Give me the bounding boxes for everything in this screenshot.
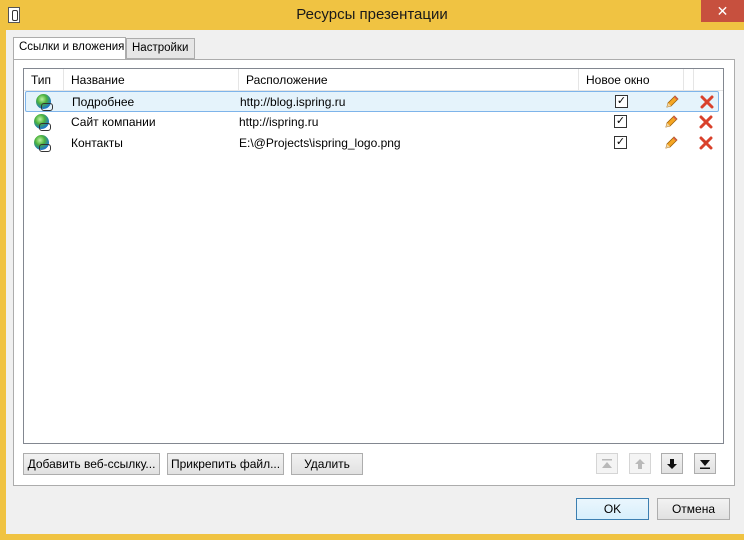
row-location: E:\@Projects\ispring_logo.png [239,136,401,150]
window-title: Ресурсы презентации [296,6,448,23]
delete-icon[interactable] [699,115,713,129]
move-up-button[interactable] [629,453,651,474]
row-name: Контакты [71,136,123,150]
column-type[interactable]: Тип [24,69,64,91]
tab-settings[interactable]: Настройки [126,38,195,59]
close-button[interactable]: ✕ [701,0,744,22]
move-down-button[interactable] [661,453,683,474]
move-up-icon [635,458,645,469]
pencil-icon[interactable] [663,114,679,130]
delete-icon[interactable] [699,136,713,150]
new-window-checkbox[interactable]: ✓ [615,95,628,108]
new-window-checkbox[interactable]: ✓ [614,136,627,149]
pencil-icon[interactable] [663,135,679,151]
column-edit [684,69,694,91]
new-window-checkbox[interactable]: ✓ [614,115,627,128]
row-location: http://blog.ispring.ru [240,95,346,109]
globe-link-icon [34,135,51,152]
grid-header: Тип Название Расположение Новое окно [24,69,723,91]
attach-file-button[interactable]: Прикрепить файл... [167,453,284,475]
tab-links-attachments[interactable]: Ссылки и вложения [13,37,126,59]
move-bottom-button[interactable] [694,453,716,474]
add-web-link-button[interactable]: Добавить веб-ссылку... [23,453,160,475]
pencil-icon[interactable] [664,94,680,110]
move-top-button[interactable] [596,453,618,474]
row-name: Подробнее [72,95,135,109]
delete-icon[interactable] [700,95,714,109]
move-bottom-icon [700,459,710,469]
table-row[interactable]: Сайт компании http://ispring.ru ✓ [24,112,723,133]
globe-link-icon [36,94,53,111]
delete-button[interactable]: Удалить [291,453,363,475]
column-location[interactable]: Расположение [239,69,579,91]
column-new-window[interactable]: Новое окно [579,69,684,91]
tab-panel: Тип Название Расположение Новое окно Под… [13,59,735,486]
cancel-button[interactable]: Отмена [657,498,730,520]
row-location: http://ispring.ru [239,115,319,129]
move-down-icon [667,458,677,469]
dialog-body: Ссылки и вложения Настройки Тип Название… [6,30,744,534]
resources-grid[interactable]: Тип Название Расположение Новое окно Под… [23,68,724,444]
title-bar: Ресурсы презентации ✕ [0,0,744,30]
move-top-icon [602,458,612,468]
row-name: Сайт компании [71,115,156,129]
ok-button[interactable]: OK [576,498,649,520]
globe-link-icon [34,114,51,131]
column-delete [694,69,723,91]
column-name[interactable]: Название [64,69,239,91]
window-border [6,534,744,540]
table-row[interactable]: Подробнее http://blog.ispring.ru ✓ [25,91,719,112]
table-row[interactable]: Контакты E:\@Projects\ispring_logo.png ✓ [24,133,723,154]
